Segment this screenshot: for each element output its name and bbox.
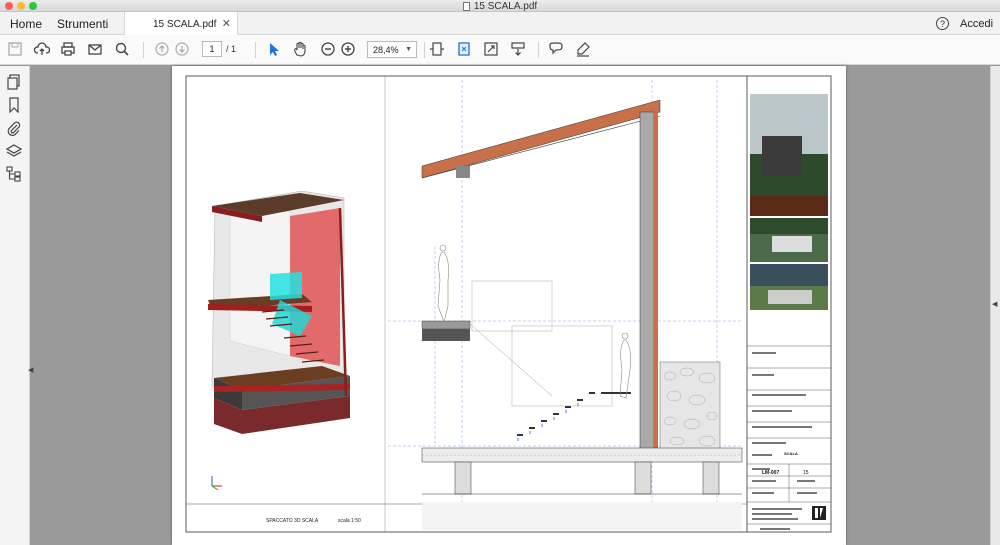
zoom-value: 28,4% <box>373 44 399 55</box>
save-icon[interactable] <box>6 40 24 58</box>
toolbar-divider <box>255 42 256 58</box>
layers-icon[interactable] <box>5 143 23 159</box>
pages-icon[interactable] <box>6 74 22 90</box>
tab-bar: Home Strumenti 15 SCALA.pdf ✕ ? Accedi <box>0 12 1000 36</box>
chevron-down-icon: ▼ <box>405 46 412 53</box>
help-icon[interactable]: ? <box>936 17 949 30</box>
toolbar-divider <box>143 42 144 58</box>
fit-page-icon[interactable] <box>455 40 473 58</box>
tab-document-label: 15 SCALA.pdf <box>153 18 217 30</box>
toolbar-divider <box>538 42 539 58</box>
zoom-select[interactable]: 28,4% ▼ <box>367 41 417 58</box>
left-navigation-pane: ◀ <box>0 66 33 545</box>
bookmark-icon[interactable] <box>6 97 22 114</box>
pdf-file-icon <box>462 1 470 11</box>
toolbar-divider <box>424 42 425 58</box>
pdf-page[interactable]: SPACCATO 3D SCALA scala 1:50 LM-007 15 S… <box>172 66 846 545</box>
structure-icon[interactable] <box>6 166 22 182</box>
tab-close-icon[interactable]: ✕ <box>222 17 231 30</box>
page-number-input[interactable]: 1 <box>202 41 222 57</box>
title-block-scale-label: SCALA <box>784 451 798 456</box>
select-pointer-icon[interactable] <box>265 40 283 58</box>
view-3d-label: SPACCATO 3D SCALA <box>266 518 319 524</box>
3d-stair-section: SPACCATO 3D SCALA scala 1:50 <box>208 190 361 524</box>
zoom-out-icon[interactable] <box>319 40 337 58</box>
attachment-icon[interactable] <box>6 120 22 136</box>
title-block: LM-007 15 SCALA <box>747 94 831 530</box>
print-icon[interactable] <box>59 40 77 58</box>
scroll-mode-icon[interactable] <box>509 40 527 58</box>
tab-tools[interactable]: Strumenti <box>57 12 108 35</box>
tab-home[interactable]: Home <box>10 12 42 35</box>
right-tools-pane: ◀ <box>990 66 1000 545</box>
search-icon[interactable] <box>113 40 131 58</box>
hand-icon[interactable] <box>291 40 309 58</box>
sign-in-button[interactable]: Accedi <box>960 12 993 35</box>
comment-icon[interactable] <box>547 40 565 58</box>
window-title: 15 SCALA.pdf <box>0 0 1000 12</box>
page-down-icon[interactable] <box>173 40 191 58</box>
fit-width-icon[interactable] <box>428 40 446 58</box>
upload-icon[interactable] <box>33 40 51 58</box>
view-3d-scale: scala 1:50 <box>338 518 361 524</box>
expand-right-pane-icon[interactable]: ◀ <box>992 300 997 308</box>
window-titlebar: 15 SCALA.pdf <box>0 0 1000 12</box>
2d-stair-section <box>388 80 743 530</box>
collapse-left-pane-icon[interactable]: ◀ <box>28 366 33 374</box>
architectural-drawing: SPACCATO 3D SCALA scala 1:50 LM-007 15 S… <box>185 75 832 533</box>
title-block-code: LM-007 <box>762 470 779 476</box>
title-block-sheet: 15 <box>803 470 809 476</box>
window-title-text: 15 SCALA.pdf <box>473 0 538 12</box>
page-total: / 1 <box>226 44 237 54</box>
main-toolbar: 1 / 1 28,4% ▼ <box>0 35 1000 65</box>
highlight-pen-icon[interactable] <box>574 40 592 58</box>
page-up-icon[interactable] <box>153 40 171 58</box>
email-icon[interactable] <box>86 40 104 58</box>
tab-document[interactable]: 15 SCALA.pdf ✕ <box>124 12 238 36</box>
zoom-in-icon[interactable] <box>339 40 357 58</box>
fullscreen-icon[interactable] <box>482 40 500 58</box>
